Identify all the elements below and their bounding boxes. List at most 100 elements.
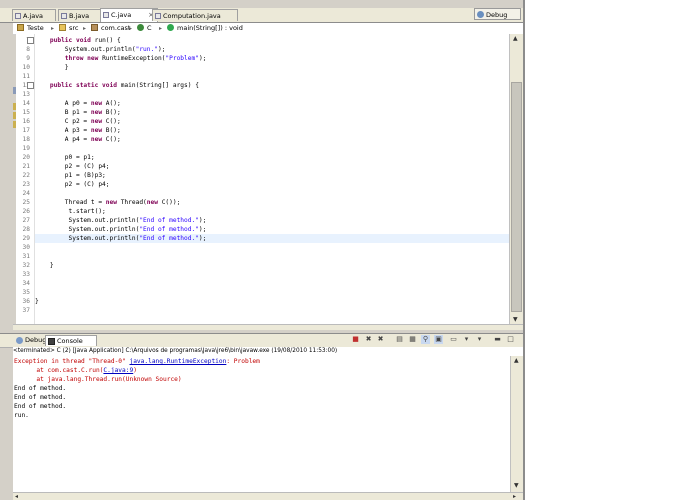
code-line[interactable]: p2 = (C) p4; bbox=[35, 162, 509, 171]
code-line[interactable] bbox=[35, 288, 509, 297]
editor-vertical-scrollbar[interactable]: ▲ ▼ bbox=[509, 34, 523, 324]
code-token: ); bbox=[198, 235, 207, 242]
code-line[interactable] bbox=[35, 90, 509, 99]
code-line[interactable]: A p0 = new A(); bbox=[35, 99, 509, 108]
keyword-token: new bbox=[90, 127, 103, 134]
scrollbar-thumb[interactable] bbox=[511, 82, 522, 312]
code-line[interactable] bbox=[35, 270, 509, 279]
console-vertical-scrollbar[interactable]: ▲ ▼ bbox=[510, 356, 523, 492]
code-token: p0 = p1; bbox=[35, 154, 95, 161]
clear-console-icon[interactable]: ▤ bbox=[395, 335, 404, 344]
view-menu-icon[interactable]: ▾ bbox=[475, 335, 484, 344]
code-line[interactable]: public static void main(String[] args) { bbox=[35, 81, 509, 90]
pin-console-icon[interactable]: ⚲ bbox=[421, 335, 430, 344]
code-line[interactable]: A p3 = new B(); bbox=[35, 126, 509, 135]
code-line[interactable]: p1 = (B)p3; bbox=[35, 171, 509, 180]
minimize-icon[interactable]: ▬ bbox=[493, 335, 502, 344]
code-line[interactable]: System.out.println("End of method."); bbox=[35, 216, 509, 225]
code-line[interactable]: } bbox=[35, 63, 509, 72]
keyword-token: throw new bbox=[64, 55, 99, 62]
display-console-icon[interactable]: ▣ bbox=[434, 335, 443, 344]
code-line[interactable] bbox=[35, 306, 509, 315]
editor-horizontal-scrollbar[interactable] bbox=[13, 324, 523, 330]
keyword-token: new bbox=[105, 199, 117, 206]
scroll-down-icon[interactable]: ▼ bbox=[513, 316, 518, 323]
tab-console[interactable]: Console bbox=[45, 335, 97, 346]
code-token: System.out.println( bbox=[35, 226, 140, 233]
code-token: A p4 = bbox=[35, 136, 91, 143]
code-line[interactable]: System.out.println("End of method."); bbox=[35, 225, 509, 234]
scroll-left-icon[interactable]: ◂ bbox=[15, 493, 18, 500]
breadcrumb-label: src bbox=[69, 24, 79, 32]
code-line[interactable]: p0 = p1; bbox=[35, 153, 509, 162]
chevron-right-icon: ▸ bbox=[51, 25, 55, 32]
console-output[interactable]: Exception in thread "Thread-0" java.lang… bbox=[13, 356, 510, 492]
code-line[interactable]: t.start(); bbox=[35, 207, 509, 216]
scroll-down-icon[interactable]: ▼ bbox=[514, 482, 519, 489]
code-line[interactable]: } bbox=[35, 261, 509, 270]
console-text: End of method. bbox=[14, 385, 67, 392]
open-console-icon[interactable]: ▭ bbox=[449, 335, 458, 344]
code-line[interactable]: B p1 = new B(); bbox=[35, 108, 509, 117]
remove-launch-icon[interactable]: ✖ bbox=[364, 335, 373, 344]
code-line[interactable]: System.out.println("End of method."); bbox=[35, 234, 509, 243]
line-number: 30 bbox=[22, 244, 30, 251]
console-text: Exception in thread "Thread-0" bbox=[14, 358, 130, 365]
breadcrumb-folder[interactable]: src bbox=[59, 23, 79, 34]
code-line[interactable]: public void run() { bbox=[35, 36, 509, 45]
code-line[interactable] bbox=[35, 72, 509, 81]
tab-label: B.java bbox=[69, 12, 90, 20]
line-number: 34 bbox=[22, 280, 30, 287]
code-editor[interactable]: public void run() { System.out.println("… bbox=[35, 34, 509, 324]
fold-toggle-icon[interactable] bbox=[27, 82, 34, 89]
code-token: main(String[] args) { bbox=[116, 82, 199, 89]
code-line[interactable] bbox=[35, 189, 509, 198]
tab-computation-java[interactable]: Computation.java bbox=[152, 9, 238, 21]
dropdown-icon[interactable]: ▾ bbox=[462, 335, 471, 344]
breadcrumb-package[interactable]: com.cast bbox=[91, 23, 130, 34]
code-token: p1 = (B)p3; bbox=[35, 172, 106, 179]
terminate-icon[interactable]: ■ bbox=[351, 335, 360, 344]
scroll-lock-icon[interactable]: ▦ bbox=[408, 335, 417, 344]
chevron-right-icon: ▸ bbox=[159, 25, 163, 32]
keyword-token: new bbox=[90, 136, 103, 143]
scroll-right-icon[interactable]: ▸ bbox=[513, 493, 516, 500]
breadcrumb-label: C bbox=[147, 24, 152, 32]
code-line[interactable] bbox=[35, 252, 509, 261]
tab-label: Console bbox=[57, 337, 83, 345]
code-line[interactable] bbox=[35, 279, 509, 288]
code-token: B(); bbox=[102, 109, 121, 116]
scroll-up-icon[interactable]: ▲ bbox=[514, 357, 519, 364]
breadcrumb-project[interactable]: Teste bbox=[17, 23, 44, 34]
console-line: Exception in thread "Thread-0" java.lang… bbox=[14, 357, 260, 366]
console-horizontal-scrollbar[interactable]: ◂ ▸ bbox=[13, 492, 523, 500]
tab-a-java[interactable]: A.java bbox=[12, 9, 56, 21]
code-line[interactable]: System.out.println("run."); bbox=[35, 45, 509, 54]
code-line[interactable]: throw new RuntimeException("Problem"); bbox=[35, 54, 509, 63]
tab-debug[interactable]: Debug bbox=[14, 335, 48, 346]
editor-left-ruler bbox=[0, 23, 13, 323]
code-line[interactable]: A p4 = new C(); bbox=[35, 135, 509, 144]
code-line[interactable]: Thread t = new Thread(new C()); bbox=[35, 198, 509, 207]
stack-trace-link[interactable]: C.java:9 bbox=[103, 367, 133, 374]
line-number: 21 bbox=[22, 163, 30, 170]
remove-all-icon[interactable]: ✖ bbox=[376, 335, 385, 344]
code-line[interactable] bbox=[35, 144, 509, 153]
debug-perspective-icon bbox=[477, 11, 484, 18]
scroll-up-icon[interactable]: ▲ bbox=[513, 35, 518, 42]
code-line[interactable]: C p2 = new C(); bbox=[35, 117, 509, 126]
breadcrumb-method[interactable]: main(String[]) : void bbox=[167, 23, 243, 34]
code-line[interactable]: p2 = (C) p4; bbox=[35, 180, 509, 189]
tab-c-java[interactable]: C.java × bbox=[100, 8, 158, 22]
editor-tab-bar: A.java B.java C.java × Computation.java bbox=[0, 8, 523, 23]
code-line[interactable] bbox=[35, 243, 509, 252]
breadcrumb-class[interactable]: C bbox=[137, 23, 152, 34]
fold-toggle-icon[interactable] bbox=[27, 37, 34, 44]
stack-trace-link[interactable]: java.lang.RuntimeException bbox=[129, 358, 226, 365]
maximize-icon[interactable]: □ bbox=[506, 335, 515, 344]
code-line[interactable]: } bbox=[35, 297, 509, 306]
line-number: 29 bbox=[22, 235, 30, 242]
debug-perspective-button[interactable]: Debug bbox=[474, 8, 521, 20]
method-icon bbox=[167, 24, 174, 31]
console-line: run. bbox=[14, 411, 29, 420]
